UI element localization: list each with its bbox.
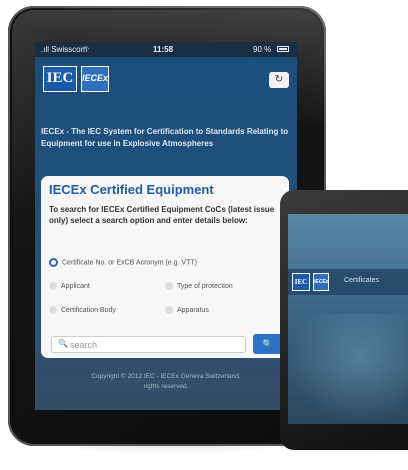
footer-rights: rights reserved. [143, 383, 189, 390]
option-apparatus[interactable]: Apparatus [165, 306, 209, 314]
radio-icon[interactable] [49, 282, 57, 290]
refresh-button[interactable]: ↻ [269, 72, 289, 88]
search-icon: 🔍 [58, 339, 68, 348]
phone-background-image [288, 314, 408, 424]
status-bar: .ıll Swisscom ◠ 11:58 90 % [35, 42, 297, 57]
phone-iec-logo[interactable]: IEC [292, 273, 310, 291]
tablet-screen: .ıll Swisscom ◠ 11:58 90 % IEC IECEx ↻ I… [35, 42, 297, 410]
phone-header: IEC IECEx Certificates [288, 269, 408, 295]
iecex-logo[interactable]: IECEx [81, 66, 109, 92]
phone-certificates-label[interactable]: Certificates [344, 277, 379, 284]
status-time: 11:58 [153, 45, 174, 54]
search-input[interactable] [70, 338, 240, 351]
option-certification-body[interactable]: Certification Body [49, 306, 116, 314]
footer-copyright: Copyright © 2012 IEC - IECEx Geneva Swit… [91, 373, 241, 380]
option-label: Certification Body [61, 306, 116, 314]
refresh-icon: ↻ [274, 74, 284, 85]
option-type-of-protection[interactable]: Type of protection [165, 282, 233, 290]
phone-screen: IEC IECEx Certificates [288, 214, 408, 424]
carrier-label: .ıll Swisscom [41, 45, 88, 54]
option-certificate-no[interactable]: Certificate No. or ExCB Acronym (e.g. VT… [49, 258, 197, 267]
iec-logo[interactable]: IEC [43, 66, 77, 92]
search-card: IECEx Certified Equipment To search for … [41, 176, 289, 358]
radio-icon[interactable] [165, 282, 173, 290]
radio-icon[interactable] [49, 306, 57, 314]
option-label: Type of protection [177, 282, 233, 290]
option-label: Applicant [61, 282, 90, 290]
footer: Copyright © 2012 IEC - IECEx Geneva Swit… [35, 372, 297, 392]
battery-percent: 90 % [253, 45, 272, 54]
card-title: IECEx Certified Equipment [49, 182, 214, 197]
battery-icon [277, 46, 289, 52]
card-description: To search for IECEx Certified Equipment … [49, 205, 275, 225]
radio-selected-icon[interactable] [49, 258, 58, 267]
search-button[interactable]: 🔍 [253, 334, 283, 354]
wifi-icon: ◠ [83, 46, 90, 53]
intro-text: IECEx - The IEC System for Certification… [41, 127, 289, 148]
option-label: Certificate No. or ExCB Acronym (e.g. VT… [62, 259, 197, 267]
search-icon: 🔍 [262, 339, 274, 349]
phone-iecex-logo[interactable]: IECEx [313, 273, 329, 291]
search-field[interactable]: 🔍 [51, 336, 246, 353]
option-label: Apparatus [177, 306, 209, 314]
radio-icon[interactable] [165, 306, 173, 314]
option-applicant[interactable]: Applicant [49, 282, 90, 290]
